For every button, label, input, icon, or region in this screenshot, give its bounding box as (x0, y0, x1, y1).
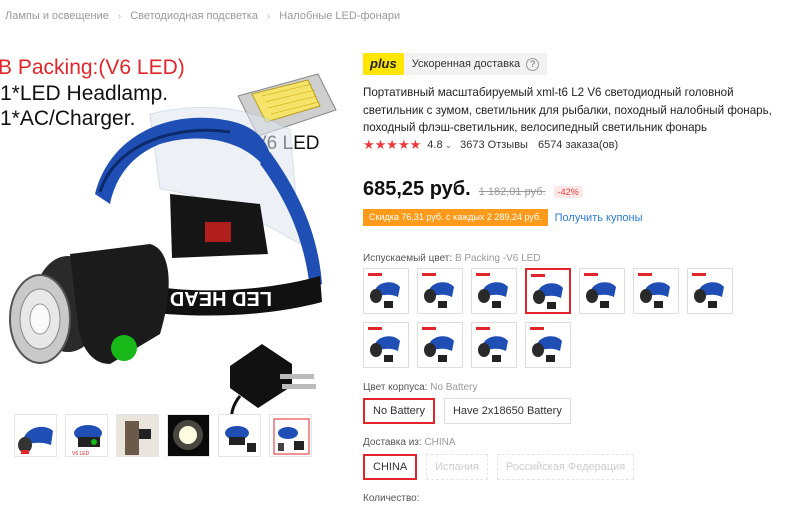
product-title: Портативный масштабируемый xml-t6 L2 V6 … (363, 86, 772, 134)
option-with-battery[interactable]: Have 2x18650 Battery (443, 398, 571, 424)
color-swatch[interactable] (417, 268, 463, 314)
current-price: 685,25 руб. (363, 178, 471, 200)
ship-from-label-text: Доставка из: (363, 437, 422, 448)
discount-badge: -42% (553, 186, 583, 198)
breadcrumb-separator: › (117, 10, 122, 22)
color-swatch[interactable] (579, 268, 625, 314)
old-price: 1 182,01 руб. (478, 186, 546, 198)
body-color-selected-value: No Battery (430, 382, 478, 393)
ship-from-label: Доставка из: CHINA (363, 437, 456, 448)
coupon-tag: Скидка 76,31 руб. с каждых 2 289,24 руб. (363, 209, 548, 226)
get-coupons-link[interactable]: Получить купоны (555, 212, 643, 224)
body-color-label: Цвет корпуса: No Battery (363, 382, 477, 393)
option-china[interactable]: CHINA (363, 454, 418, 480)
breadcrumb-separator: › (266, 10, 271, 22)
thumbnail-strip: V6 LED (14, 414, 312, 457)
charger-text: 1*AC/Charger. (0, 107, 135, 130)
body-color-options: No Battery Have 2x18650 Battery (363, 398, 571, 424)
color-label-text: Испускаемый цвет: (363, 253, 453, 264)
charger-image (230, 344, 316, 414)
help-icon[interactable]: ? (526, 57, 540, 71)
option-russia: Российская Федерация (496, 454, 635, 480)
thumbnail-2[interactable]: V6 LED (65, 414, 108, 457)
rating-row: ★★★★★ 4.8 ⌄ 3673 Отзывы 6574 заказа(ов) (363, 137, 618, 153)
fast-delivery-label: Ускоренная доставка (411, 58, 521, 70)
color-swatch[interactable] (417, 322, 463, 368)
packing-text: B Packing:(V6 LED) (0, 56, 185, 79)
coupon-row: Скидка 76,31 руб. с каждых 2 289,24 руб.… (363, 209, 643, 226)
price-row: 685,25 руб. 1 182,01 руб. -42% (363, 178, 583, 201)
color-swatch[interactable] (687, 268, 733, 314)
color-swatches (363, 268, 753, 368)
color-selected-value: B Packing -V6 LED (454, 253, 541, 264)
color-swatch[interactable] (363, 322, 409, 368)
orders-count: 6574 заказа(ов) (537, 139, 619, 151)
thumbnail-5[interactable] (218, 414, 261, 457)
headlamp-text: 1*LED Headlamp. (0, 82, 168, 105)
main-product-image[interactable]: B Packing:(V6 LED) 1*LED Headlamp. 1*AC/… (0, 44, 352, 414)
body-color-label-text: Цвет корпуса: (363, 382, 428, 393)
breadcrumb: Лампы и освещение › Светодиодная подсвет… (5, 10, 400, 22)
thumbnail-3[interactable] (116, 414, 159, 457)
breadcrumb-item-headlamps[interactable]: Налобные LED-фонари (279, 10, 400, 22)
option-spain: Испания (426, 454, 488, 480)
breadcrumb-item-lighting[interactable]: Лампы и освещение (5, 10, 109, 22)
thumbnail-1[interactable] (14, 414, 57, 457)
quantity-label: Количество: (363, 493, 420, 504)
color-swatch[interactable] (633, 268, 679, 314)
ship-from-selected-value: CHINA (424, 437, 456, 448)
headlamp-body (9, 194, 268, 364)
color-swatch[interactable] (363, 268, 409, 314)
svg-text:V6 LED: V6 LED (72, 451, 90, 457)
thumbnail-6[interactable] (269, 414, 312, 457)
rating-value[interactable]: 4.8 (427, 139, 442, 151)
rating-stars-icon: ★★★★★ (363, 137, 422, 152)
color-swatch[interactable] (525, 268, 571, 314)
chevron-down-icon[interactable]: ⌄ (445, 140, 453, 151)
ship-from-options: CHINA Испания Российская Федерация (363, 454, 635, 480)
color-label: Испускаемый цвет: B Packing -V6 LED (363, 253, 541, 264)
plus-badge: plus (363, 53, 404, 75)
thumbnail-4[interactable] (167, 414, 210, 457)
color-swatch[interactable] (471, 268, 517, 314)
strap-text: LED HEAD (170, 287, 272, 309)
reviews-count[interactable]: 3673 Отзывы (460, 139, 528, 151)
fast-delivery-banner[interactable]: plus Ускоренная доставка ? (363, 53, 548, 75)
color-swatch[interactable] (525, 322, 571, 368)
color-swatch[interactable] (471, 322, 517, 368)
breadcrumb-item-led-lighting[interactable]: Светодиодная подсветка (130, 10, 258, 22)
option-no-battery[interactable]: No Battery (363, 398, 435, 424)
fast-delivery-text: Ускоренная доставка ? (403, 53, 548, 75)
